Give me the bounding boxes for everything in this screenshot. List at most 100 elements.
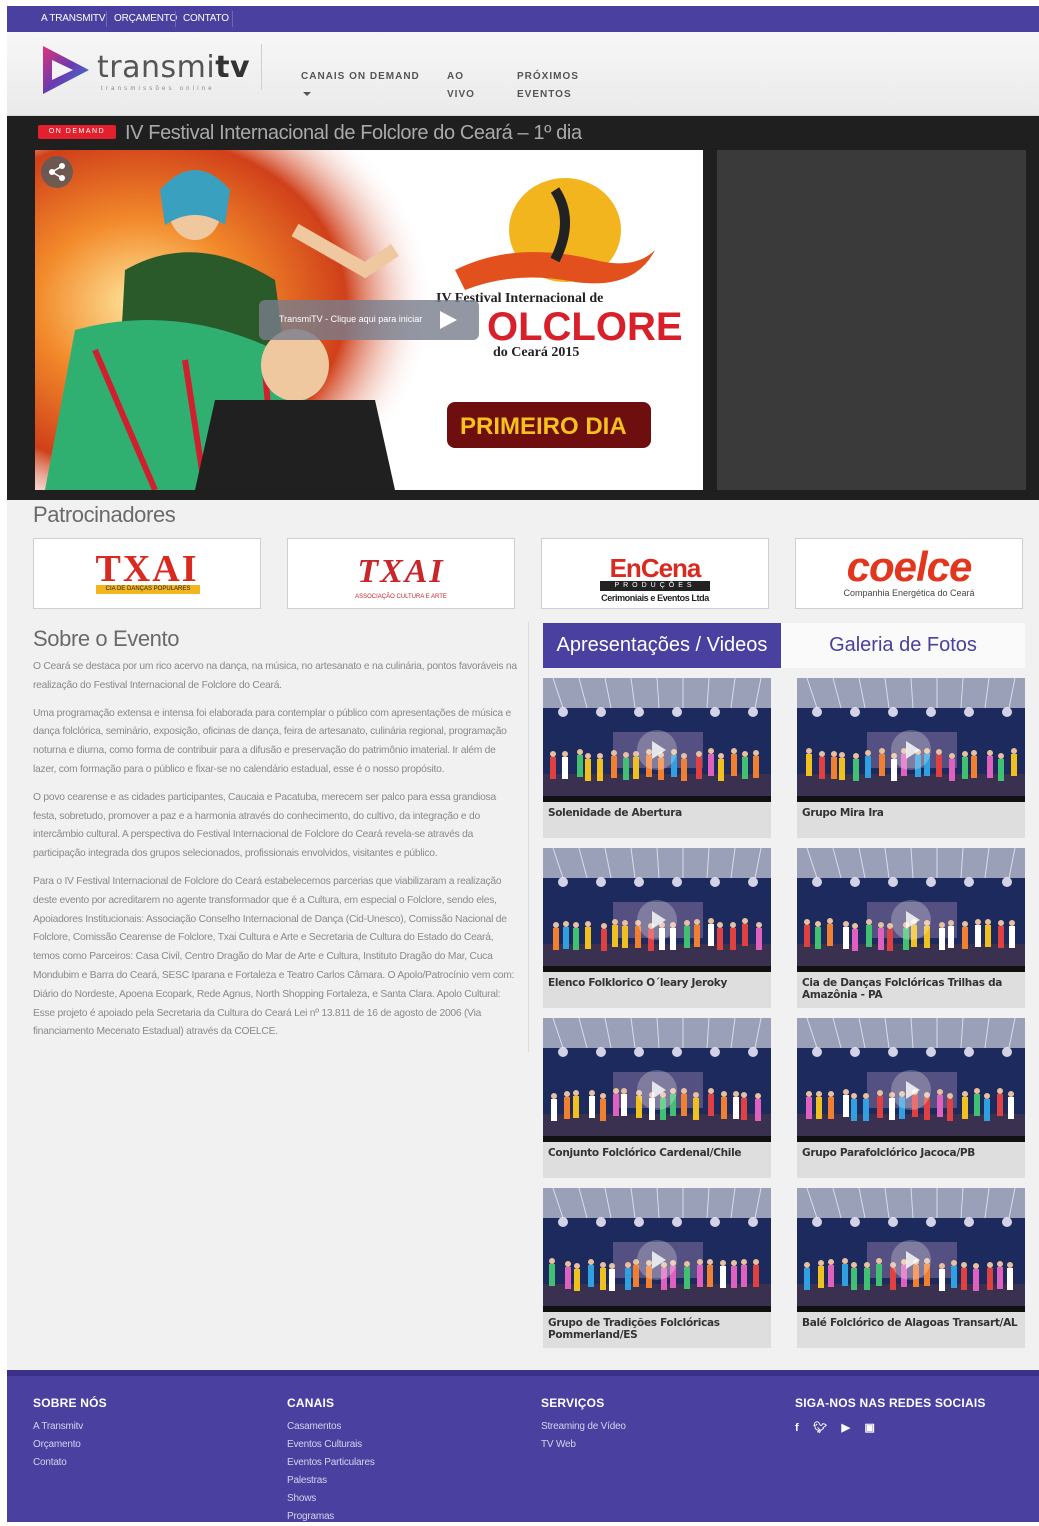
video-card[interactable]: Grupo de Tradições Folclóricas Pommerlan… [543,1188,771,1348]
video-card-title: Balé Folclórico de Alagoas Transart/AL [802,1317,1018,1329]
sponsor-coelce[interactable]: coelce Companhia Energética do Ceará [795,538,1023,609]
site-logo[interactable]: transmitv transmissões online [39,42,251,98]
footer-heading: CANAIS [287,1396,335,1410]
footer-link[interactable]: Programas [287,1508,375,1522]
video-thumbnail [543,848,771,972]
play-icon [891,730,931,770]
share-button[interactable] [41,156,73,188]
video-card-title: Grupo Mira Ira [802,807,884,819]
player-section: ON DEMAND IV Festival Internacional de F… [7,116,1039,500]
top-bar: A TRANSMITV ORÇAMENTO CONTATO [7,6,1039,32]
column-divider [528,622,529,1052]
about-paragraph: O Ceará se destaca por um rico acervo na… [33,661,517,691]
video-card-title: Cia de Danças Folclóricas Trilhas da Ama… [802,977,1003,1001]
play-icon [637,900,677,940]
video-thumbnail [797,1018,1025,1142]
footer-col-canais: CANAIS Casamentos Eventos Culturais Even… [287,1396,375,1522]
footer-link[interactable]: A Transmitv [33,1418,107,1436]
sponsor-subtitle: CIA DE DANÇAS POPULARES [96,585,200,594]
instagram-icon[interactable]: ▣ [864,1421,874,1434]
nav-ao-vivo-line2: VIVO [447,89,475,100]
footer-heading: SOBRE NÓS [33,1396,107,1410]
footer-link[interactable]: Eventos Particulares [287,1454,375,1472]
topnav-divider [232,11,233,27]
about-text: O Ceará se destaca por um rico acervo na… [33,658,521,1051]
play-icon [891,1070,931,1110]
play-button-label: TransmiTV - Clique aqui para iniciar [279,314,423,324]
video-card-title: Conjunto Folclórico Cardenal/Chile [548,1147,742,1159]
on-demand-badge: ON DEMAND [38,125,116,139]
play-icon [637,1240,677,1280]
video-card[interactable]: Balé Folclórico de Alagoas Transart/AL [797,1188,1025,1348]
footer-link[interactable]: Contato [33,1454,107,1472]
play-icon [637,730,677,770]
video-card-title: Grupo Parafolclórico Jacoca/PB [802,1147,975,1159]
logo-wordmark: transmitv [97,50,251,85]
nav-ao-vivo[interactable]: AO VIVO [447,68,475,104]
video-card[interactable]: Grupo Mira Ira [797,678,1025,838]
video-player[interactable]: IV Festival Internacional de OLCLORE do … [35,150,703,490]
sponsor-subtitle: ASSOCIAÇÃO CULTURA E ARTE [355,594,447,600]
play-icon [440,311,457,329]
video-thumbnail [543,678,771,802]
twitter-icon[interactable]: 🐦︎ [813,1421,827,1434]
play-button[interactable]: TransmiTV - Clique aqui para iniciar [259,300,479,340]
nav-canais-on-demand[interactable]: CANAIS ON DEMAND [301,68,420,86]
facebook-icon[interactable]: f [795,1422,799,1434]
video-card-title: Grupo de Tradições Folclóricas Pommerlan… [548,1317,720,1341]
sponsor-txai-associacao[interactable]: TXAI ASSOCIAÇÃO CULTURA E ARTE [287,538,515,609]
sponsor-band: PRODUÇÕES [600,581,710,591]
poster-line2: OLCLORE [487,305,683,349]
footer-link[interactable]: Orçamento [33,1436,107,1454]
logo-tagline: transmissões online [101,86,215,92]
sponsor-logo-text: coelce [846,543,973,590]
sponsor-encena[interactable]: EnCena PRODUÇÕES Cerimoniais e Eventos L… [541,538,769,609]
footer-heading: SERVIÇOS [541,1396,605,1410]
footer-link[interactable]: Casamentos [287,1418,375,1436]
youtube-icon[interactable]: ▶ [842,1421,850,1434]
play-icon [891,1240,931,1280]
player-side-panel [717,150,1026,490]
sponsor-txai-cia[interactable]: TXAI CIA DE DANÇAS POPULARES [33,538,261,609]
footer-link[interactable]: TV Web [541,1436,626,1454]
tab-galeria-fotos[interactable]: Galeria de Fotos [781,623,1025,668]
topnav-contato[interactable]: CONTATO [183,13,229,24]
topnav-orcamento[interactable]: ORÇAMENTO [114,13,177,24]
sponsor-subtitle: Companhia Energética do Ceará [843,588,975,598]
video-card[interactable]: Solenidade de Abertura [543,678,771,838]
nav-proximos-line2: EVENTOS [517,89,572,100]
video-title: IV Festival Internacional de Folclore do… [125,122,582,144]
nav-ao-vivo-line1: AO [447,71,464,82]
footer-col-social: SIGA-NOS NAS REDES SOCIAIS f 🐦︎ ▶ ▣ [795,1396,986,1436]
footer-link[interactable]: Palestras [287,1472,375,1490]
video-thumbnail [543,1018,771,1142]
sponsor-logo-text: EnCena [609,553,702,583]
video-thumbnail [797,1188,1025,1312]
site-header: transmitv transmissões online CANAIS ON … [7,32,1039,116]
sponsors-title: Patrocinadores [33,502,176,527]
video-card[interactable]: Conjunto Folclórico Cardenal/Chile [543,1018,771,1178]
tab-videos[interactable]: Apresentações / Videos [543,623,781,668]
footer-link[interactable]: Shows [287,1490,375,1508]
topnav-a-transmitv[interactable]: A TRANSMITV [41,13,105,24]
video-card[interactable]: Cia de Danças Folclóricas Trilhas da Ama… [797,848,1025,1008]
topnav-divider [175,11,176,27]
about-paragraph: Para o IV Festival Internacional de Folc… [33,875,515,1038]
video-card[interactable]: Elenco Folklorico O´leary Jeroky [543,848,771,1008]
video-thumbnail [797,848,1025,972]
footer-heading: SIGA-NOS NAS REDES SOCIAIS [795,1396,986,1410]
about-title: Sobre o Evento [33,626,180,651]
footer-link[interactable]: Eventos Culturais [287,1436,375,1454]
site-footer: SOBRE NÓS A Transmitv Orçamento Contato … [7,1370,1039,1522]
topnav-divider [106,11,107,27]
video-thumbnail [797,678,1025,802]
nav-proximos-eventos[interactable]: PRÓXIMOS EVENTOS [517,68,579,104]
sponsor-subtitle: Cerimoniais e Eventos Ltda [601,593,709,603]
play-icon [637,1070,677,1110]
footer-col-servicos: SERVIÇOS Streaming de Vídeo TV Web [541,1396,626,1454]
social-icons: f 🐦︎ ▶ ▣ [795,1418,986,1436]
chevron-down-icon[interactable] [303,92,311,96]
video-thumbnail [543,1188,771,1312]
video-card[interactable]: Grupo Parafolclórico Jacoca/PB [797,1018,1025,1178]
footer-link[interactable]: Streaming de Vídeo [541,1418,626,1436]
